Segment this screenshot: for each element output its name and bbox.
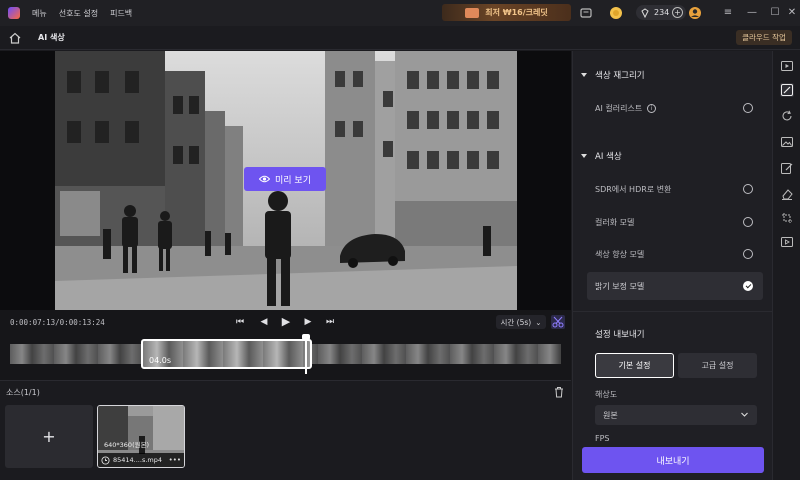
radio-sdr-to-hdr[interactable] [743, 184, 753, 194]
scissors-icon[interactable] [551, 315, 565, 329]
recolor-section-header[interactable]: 색상 재그리기 [581, 69, 645, 81]
more-options-icon[interactable]: ••• [169, 456, 181, 464]
cloud-task-button[interactable]: 클라우드 작업 [736, 30, 792, 45]
radio-colorize-model[interactable] [743, 217, 753, 227]
playhead[interactable] [302, 334, 310, 374]
eye-icon [259, 175, 270, 183]
menu-item-menu[interactable]: 메뉴 [32, 8, 47, 19]
ai-color-section-title: AI 색상 [595, 152, 622, 162]
option-ai-colorist-label: AI 컬러리스트 [595, 103, 643, 113]
source-thumbnail[interactable]: 640*360(원본) 85414....s.mp4 ••• [97, 405, 185, 468]
resolution-select[interactable]: 원본 [595, 405, 757, 425]
previous-frame-icon[interactable]: ◀ [258, 316, 270, 328]
clip-duration: 04.0s [149, 356, 171, 365]
avatar-icon[interactable] [688, 6, 702, 20]
option-sdr-to-hdr[interactable]: SDR에서 HDR로 변환 [587, 175, 763, 203]
menu-item-feedback[interactable]: 피드백 [110, 8, 132, 19]
trash-icon[interactable] [553, 386, 565, 398]
credits-value: 234 [654, 8, 670, 17]
info-icon[interactable]: i [647, 103, 657, 113]
clip-selection[interactable]: 04.0s [141, 339, 312, 369]
title-bar: 메뉴 선호도 설정 피드백 최저 ₩16/크레딧 234 + ≡ — ☐ ✕ [0, 0, 800, 26]
playback-controls: 0:00:07:13/0:00:13:24 ⏮ ◀ ▶ ▶ ⏭ 시간 (5s) … [0, 310, 571, 334]
settings-panel: 색상 재그리기 AI 컬러리스트 i AI 색상 SDR에서 HDR로 변환 컬… [572, 51, 773, 480]
video-enhance-icon[interactable] [780, 59, 794, 73]
export-button[interactable]: 내보내기 [582, 447, 764, 473]
option-brightness-model-label: 밝기 보정 모델 [595, 281, 645, 291]
app-logo [8, 7, 20, 19]
eraser-tool-icon[interactable] [780, 187, 794, 201]
export-settings-title: 설정 내보내기 [595, 330, 645, 340]
divider [573, 311, 773, 312]
radio-color-enhance-model[interactable] [743, 249, 753, 259]
timecode: 0:00:07:13/0:00:13:24 [10, 318, 105, 327]
source-filename: 85414....s.mp4 [113, 456, 162, 464]
ai-color-section-header[interactable]: AI 색상 [581, 150, 622, 162]
option-colorize-model-label: 컬러화 모델 [595, 217, 635, 227]
option-color-enhance-model[interactable]: 색상 향상 모델 [587, 240, 763, 268]
image-tool-icon[interactable] [780, 135, 794, 149]
option-sdr-to-hdr-label: SDR에서 HDR로 변환 [595, 184, 672, 194]
resolution-label: 해상도 [595, 390, 618, 399]
gift-icon [465, 7, 480, 18]
video-preview: 미리 보기 [0, 51, 571, 310]
option-color-enhance-model-label: 색상 향상 모델 [595, 249, 645, 259]
collapse-triangle-icon [581, 154, 587, 158]
option-ai-colorist[interactable]: AI 컬러리스트 i [587, 94, 763, 122]
coin-icon[interactable] [609, 6, 623, 20]
crop-tool-icon[interactable] [780, 211, 794, 225]
timeline[interactable]: 04.0s [0, 334, 571, 380]
close-icon[interactable]: ✕ [786, 5, 798, 21]
chevron-down-icon: ⌄ [535, 317, 542, 327]
home-icon[interactable] [8, 31, 22, 45]
menu-icon[interactable]: ≡ [720, 5, 736, 21]
collapse-triangle-icon [581, 73, 587, 77]
tab-advanced-settings[interactable]: 고급 설정 [678, 353, 757, 378]
ai-color-tool-icon[interactable] [780, 83, 794, 97]
preview-button-label: 미리 보기 [275, 175, 311, 186]
promo-label: 최저 ₩16/크레딧 [485, 8, 548, 17]
skip-to-end-icon[interactable]: ⏭ [324, 316, 336, 328]
message-icon[interactable] [579, 6, 593, 20]
option-colorize-model[interactable]: 컬러화 모델 [587, 208, 763, 236]
duration-select[interactable]: 시간 (5s) ⌄ [496, 315, 546, 329]
recolor-section-title: 색상 재그리기 [595, 71, 645, 81]
radio-ai-colorist[interactable] [743, 103, 753, 113]
add-credits-icon[interactable]: + [672, 7, 683, 18]
promo-banner[interactable]: 최저 ₩16/크레딧 [442, 4, 571, 21]
option-brightness-model[interactable]: 밝기 보정 모델 [587, 272, 763, 300]
sources-label: 소스(1/1) [6, 388, 40, 397]
menu-item-preferences[interactable]: 선호도 설정 [59, 8, 98, 19]
clock-icon [101, 455, 110, 465]
skip-to-start-icon[interactable]: ⏮ [234, 316, 246, 328]
credits-counter[interactable]: 234 + [636, 5, 686, 20]
tool-header: AI 색상 클라우드 작업 [0, 26, 800, 50]
export-bar: 내보내기 [573, 442, 773, 480]
diamond-icon [641, 7, 649, 18]
edit-tool-icon[interactable] [780, 161, 794, 175]
tool-rail [772, 51, 800, 480]
tab-basic-settings[interactable]: 기본 설정 [595, 353, 674, 378]
resolution-select-value: 원본 [603, 410, 618, 420]
source-resolution: 640*360(원본) [104, 441, 150, 449]
minimize-icon[interactable]: — [744, 5, 760, 21]
maximize-icon[interactable]: ☐ [767, 5, 783, 21]
preview-button[interactable]: 미리 보기 [244, 167, 326, 191]
next-frame-icon[interactable]: ▶ [302, 316, 314, 328]
sources-panel: 소스(1/1) + 640*360(원본) 85414....s.mp4 ••• [0, 380, 571, 480]
duration-select-value: 시간 (5s) [500, 317, 532, 327]
video-add-tool-icon[interactable] [780, 235, 794, 249]
play-icon[interactable]: ▶ [280, 316, 292, 328]
chevron-down-icon [741, 412, 748, 417]
radio-brightness-model-checked[interactable] [743, 281, 753, 291]
refresh-tool-icon[interactable] [780, 109, 794, 123]
add-source-button[interactable]: + [5, 405, 93, 468]
page-title: AI 색상 [38, 33, 65, 42]
